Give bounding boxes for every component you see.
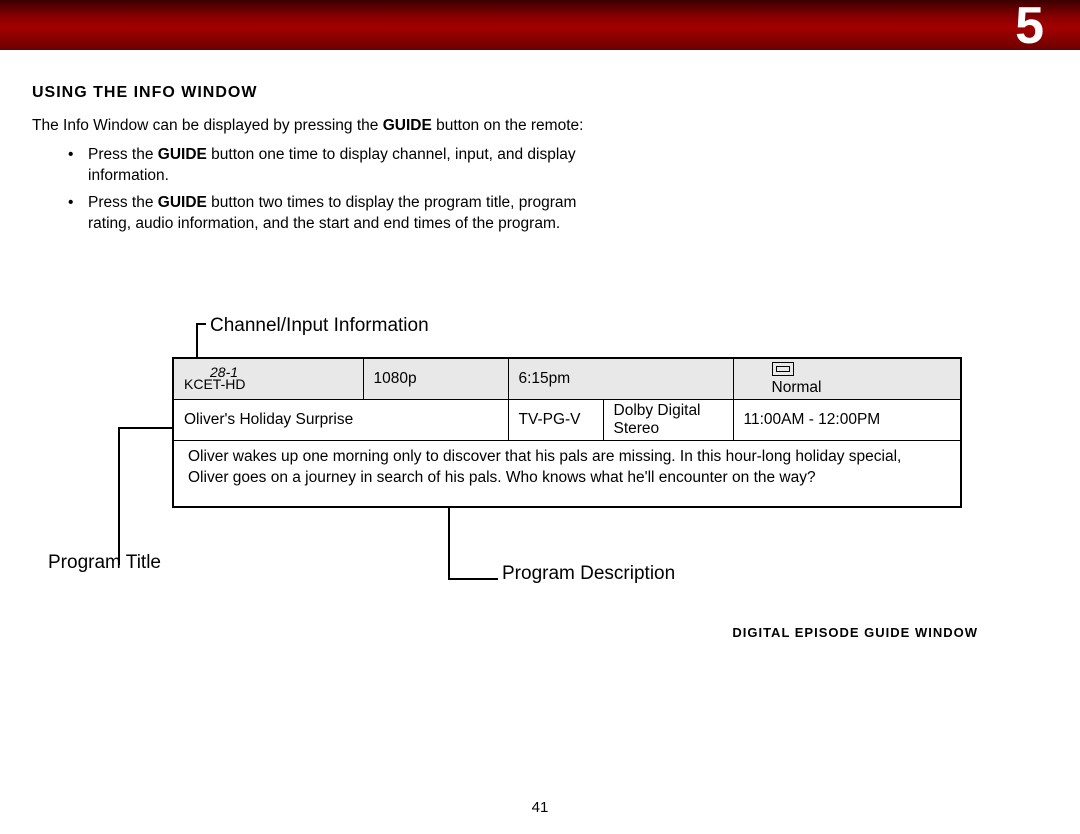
cell-rating: TV-PG-V: [508, 399, 603, 440]
cell-description: Oliver wakes up one morning only to disc…: [173, 440, 961, 507]
bullet-item-1: Press the GUIDE button one time to displ…: [72, 145, 612, 187]
bullet2-a: Press the: [88, 194, 158, 211]
connector-line: [448, 578, 498, 580]
channel-name: KCET-HD: [184, 376, 245, 392]
connector-line: [118, 427, 120, 565]
cell-aspect: Normal: [733, 358, 961, 400]
cell-resolution: 1080p: [363, 358, 508, 400]
chapter-number: 5: [1015, 0, 1045, 56]
cell-channel: 28-1 KCET-HD: [173, 358, 363, 400]
cell-program-title: Oliver's Holiday Surprise: [173, 399, 508, 440]
intro-paragraph: The Info Window can be displayed by pres…: [32, 116, 612, 137]
header-band: 5: [0, 0, 1080, 50]
cell-timeslot: 11:00AM - 12:00PM: [733, 399, 961, 440]
cell-audio: Dolby Digital Stereo: [603, 399, 733, 440]
bullet-list: Press the GUIDE button one time to displ…: [32, 145, 612, 235]
intro-text-1: The Info Window can be displayed by pres…: [32, 117, 383, 134]
info-window-table: 28-1 KCET-HD 1080p 6:15pm Normal Oliver'…: [172, 357, 962, 509]
cell-time: 6:15pm: [508, 358, 733, 400]
connector-line: [196, 323, 206, 325]
callout-program-description-label: Program Description: [502, 563, 675, 585]
intro-text-2: button on the remote:: [432, 117, 584, 134]
guide-bold-3: GUIDE: [158, 194, 207, 211]
bullet-item-2: Press the GUIDE button two times to disp…: [72, 193, 612, 235]
guide-bold-2: GUIDE: [158, 146, 207, 163]
guide-bold-1: GUIDE: [383, 117, 432, 134]
connector-line: [448, 498, 450, 578]
section-heading: USING THE INFO WINDOW: [32, 84, 1040, 102]
aspect-ratio-icon: [772, 362, 794, 376]
figure-caption: DIGITAL EPISODE GUIDE WINDOW: [732, 625, 978, 640]
callout-channel-label: Channel/Input Information: [210, 315, 429, 337]
page-content: USING THE INFO WINDOW The Info Window ca…: [0, 50, 1080, 655]
callout-program-title-label: Program Title: [48, 552, 161, 574]
bullet1-a: Press the: [88, 146, 158, 163]
aspect-label: Normal: [772, 379, 822, 396]
page-number: 41: [0, 799, 1080, 816]
diagram-area: Channel/Input Information Program Title …: [32, 315, 1040, 655]
